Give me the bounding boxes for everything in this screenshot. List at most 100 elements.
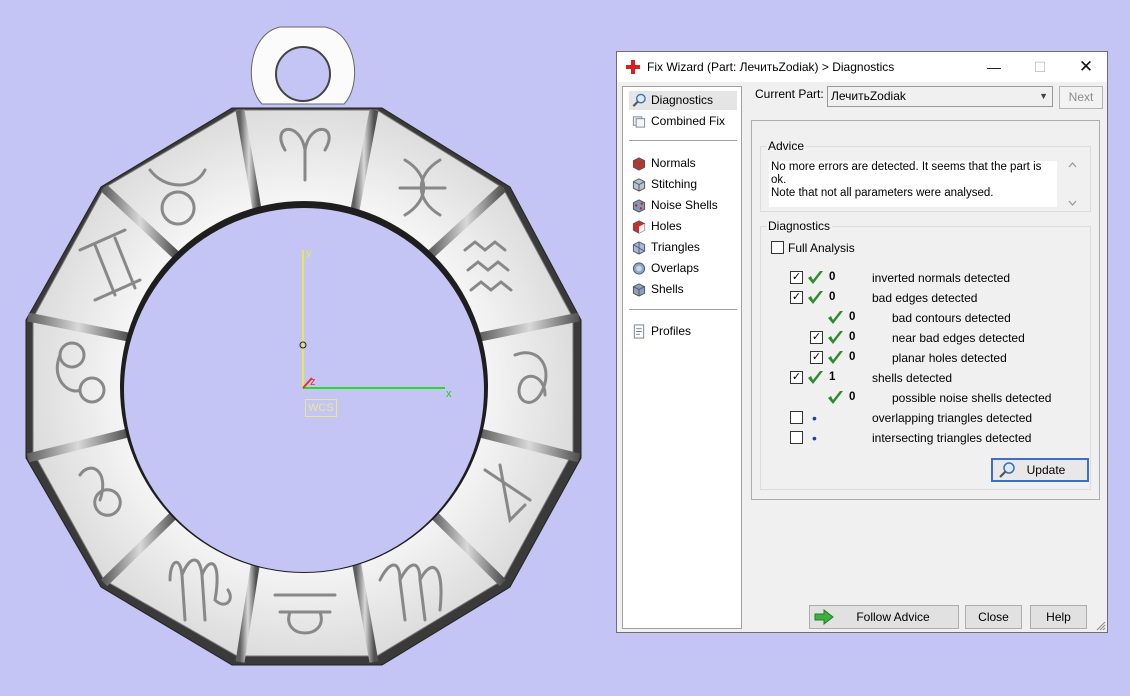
fix-wizard-dialog: Fix Wizard (Part: ЛечитьZodiak) > Diagno… <box>616 51 1108 633</box>
follow-advice-label: Follow Advice <box>856 610 930 624</box>
nav-item-label: Stitching <box>651 177 698 191</box>
nav-item-diagnostics[interactable]: Diagnostics <box>629 91 737 110</box>
bail-loop <box>250 26 356 105</box>
window-title: Fix Wizard (Part: ЛечитьZodiak) > Diagno… <box>647 60 895 74</box>
wizard-nav: Diagnostics Combined Fix Normals Stitchi… <box>622 86 742 629</box>
holes-cube-icon <box>632 220 646 234</box>
update-button[interactable]: Update <box>991 458 1089 482</box>
diagnostic-count: 0 <box>849 331 856 343</box>
advice-group: Advice No more errors are detected. It s… <box>760 139 1091 212</box>
green-check-icon <box>828 331 843 344</box>
magnifier-icon <box>999 462 1015 478</box>
normals-cube-icon <box>632 157 646 171</box>
diagnostic-label: bad contours detected <box>892 311 1011 325</box>
advice-line-1: No more errors are detected. It seems th… <box>771 161 1042 186</box>
diagnostic-checkbox[interactable]: ✓ <box>810 351 823 364</box>
close-button[interactable]: Close <box>965 605 1022 629</box>
pending-dot-icon: • <box>812 410 817 426</box>
diagnostic-label: shells detected <box>872 371 953 385</box>
chevron-down-icon: ▼ <box>1039 91 1048 101</box>
current-part-value: ЛечитьZodiak <box>831 89 906 103</box>
green-check-icon <box>808 271 823 284</box>
advice-line-2: Note that not all parameters were analys… <box>771 187 994 199</box>
diagnostic-checkbox[interactable]: ✓ <box>810 331 823 344</box>
diagnostic-count: 0 <box>849 311 856 323</box>
full-analysis-checkbox[interactable] <box>771 241 784 254</box>
minimize-button[interactable]: — <box>971 52 1017 82</box>
diagnostic-checkbox[interactable] <box>790 431 803 444</box>
diagnostics-page: Advice No more errors are detected. It s… <box>751 120 1100 500</box>
diagnostic-checkbox[interactable]: ✓ <box>790 271 803 284</box>
axis-x-label: x <box>446 388 452 400</box>
diagnostic-checkbox[interactable]: ✓ <box>790 291 803 304</box>
overlaps-icon <box>632 262 646 275</box>
window-close-button[interactable]: ✕ <box>1063 52 1109 82</box>
nav-item-combined-fix[interactable]: Combined Fix <box>629 112 737 131</box>
current-part-label: Current Part: <box>755 87 824 101</box>
nav-item-label: Profiles <box>651 324 692 338</box>
green-check-icon <box>828 311 843 324</box>
zodiak-pendant-model <box>25 26 582 666</box>
maximize-button[interactable]: ☐ <box>1017 52 1063 82</box>
green-arrow-icon <box>814 609 834 625</box>
magnifier-icon <box>632 93 646 107</box>
nav-item-label: Triangles <box>651 240 700 254</box>
nav-item-normals[interactable]: Normals <box>629 154 737 173</box>
nav-item-label: Shells <box>651 282 684 296</box>
3d-viewport[interactable]: y x z WCS <box>0 0 610 693</box>
diagnostic-label: planar holes detected <box>892 351 1007 365</box>
full-analysis-label: Full Analysis <box>788 241 855 255</box>
noise-shells-icon <box>632 199 646 213</box>
diagnostic-label: possible noise shells detected <box>892 391 1052 405</box>
nav-item-stitching[interactable]: Stitching <box>629 175 737 194</box>
red-cross-icon <box>626 60 640 74</box>
stitching-cube-icon <box>632 178 646 192</box>
diagnostics-group: Diagnostics Full Analysis ✓ 0 inverted nor… <box>760 219 1091 490</box>
green-check-icon <box>828 391 843 404</box>
green-check-icon <box>808 371 823 384</box>
nav-item-label: Overlaps <box>651 261 700 275</box>
nav-item-label: Holes <box>651 219 682 233</box>
diagnostic-label: intersecting triangles detected <box>872 431 1032 445</box>
title-bar[interactable]: Fix Wizard (Part: ЛечитьZodiak) > Diagno… <box>617 52 1107 82</box>
diagnostic-count: 1 <box>829 371 836 383</box>
next-button[interactable]: Next <box>1059 86 1103 109</box>
nav-item-noise-shells[interactable]: Noise Shells <box>629 196 737 215</box>
wcs-label: WCS <box>305 399 337 417</box>
diagnostic-label: near bad edges detected <box>892 331 1025 345</box>
nav-item-holes[interactable]: Holes <box>629 217 737 236</box>
shells-cube-icon <box>632 283 646 297</box>
combined-fix-icon <box>632 116 646 128</box>
axis-z-label: z <box>310 376 316 388</box>
diagnostic-label: bad edges detected <box>872 291 978 305</box>
diagnostic-checkbox[interactable] <box>790 411 803 424</box>
advice-scrollbar[interactable] <box>1065 159 1080 209</box>
diagnostic-count: 0 <box>849 391 856 403</box>
help-button[interactable]: Help <box>1030 605 1087 629</box>
nav-divider <box>629 309 737 310</box>
nav-divider <box>629 140 737 141</box>
nav-item-profiles[interactable]: Profiles <box>629 322 737 341</box>
triangles-cube-icon <box>632 241 646 255</box>
nav-item-label: Diagnostics <box>651 93 714 107</box>
follow-advice-button[interactable]: Follow Advice <box>809 605 959 629</box>
diagnostic-label: overlapping triangles detected <box>872 411 1033 425</box>
advice-text: No more errors are detected. It seems th… <box>769 161 1057 207</box>
nav-item-shells[interactable]: Shells <box>629 280 737 299</box>
nav-item-label: Noise Shells <box>651 198 718 212</box>
diagnostic-count: 0 <box>849 351 856 363</box>
diagnostic-count: 0 <box>829 271 836 283</box>
nav-item-label: Combined Fix <box>651 114 726 128</box>
axis-y-label: y <box>306 247 312 259</box>
nav-item-label: Normals <box>651 156 696 170</box>
diagnostic-checkbox[interactable]: ✓ <box>790 371 803 384</box>
nav-item-triangles[interactable]: Triangles <box>629 238 737 257</box>
diagnostics-title: Diagnostics <box>766 219 833 233</box>
advice-title: Advice <box>766 139 807 153</box>
diagnostic-label: inverted normals detected <box>872 271 1011 285</box>
green-check-icon <box>808 291 823 304</box>
current-part-select[interactable]: ЛечитьZodiak ▼ <box>827 86 1053 107</box>
nav-item-overlaps[interactable]: Overlaps <box>629 259 737 278</box>
pending-dot-icon: • <box>812 430 817 446</box>
resize-grip-icon[interactable] <box>1096 621 1106 631</box>
